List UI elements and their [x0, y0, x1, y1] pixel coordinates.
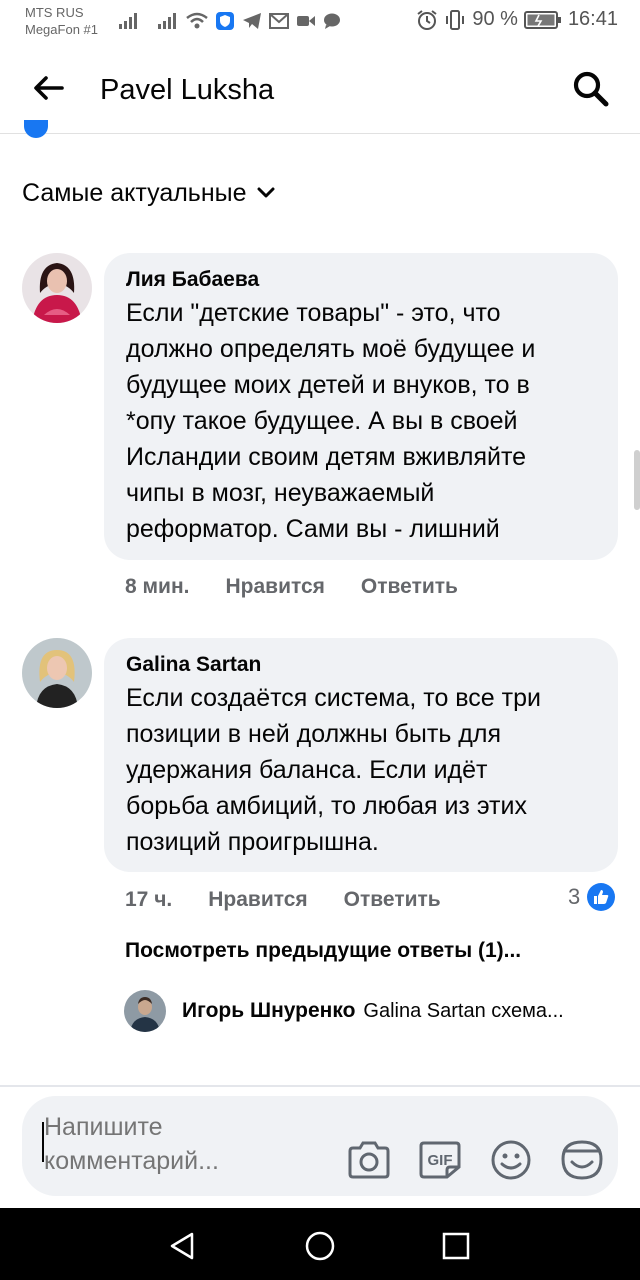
status-icons-left [118, 11, 341, 31]
composer-divider [0, 1085, 640, 1087]
comment-line: чипы в мозг, неуважаемый [126, 479, 435, 507]
system-nav-bar [0, 1208, 640, 1280]
comment-input[interactable] [44, 1110, 284, 1182]
reply-preview[interactable]: Игорь Шнуренко Galina Sartan схема... [124, 990, 624, 1032]
gif-button[interactable]: GIF [418, 1138, 462, 1182]
comment-line: позиций проигрышна. [126, 828, 379, 856]
screen: MTS RUS MegaFon #1 90 % 16:41 Pavel Luks… [0, 0, 640, 1280]
mail-icon [269, 13, 289, 29]
comment-line: Если создаётся система, то все три [126, 684, 541, 712]
reply-text: Galina Sartan схема... [363, 999, 564, 1022]
comment-actions: 8 мин. Нравится Ответить [125, 572, 458, 602]
camera-icon [348, 1141, 390, 1179]
like-icon [587, 883, 616, 911]
signal-icon-2 [158, 13, 176, 29]
like-button[interactable]: Нравится [208, 885, 307, 915]
app-header: Pavel Luksha [0, 44, 640, 134]
search-button[interactable] [570, 68, 612, 110]
svg-text:GIF: GIF [428, 1152, 453, 1169]
comment-bubble: Лия Бабаева Если "детские товары" - это,… [104, 253, 618, 560]
comment-bubble: Galina Sartan Если создаётся система, то… [104, 638, 618, 872]
avatar[interactable] [22, 638, 92, 708]
comment-sort-dropdown[interactable]: Самые актуальные [22, 175, 275, 211]
avatar-photo-galina [22, 638, 92, 708]
nav-back-icon [170, 1232, 194, 1260]
reply-author[interactable]: Игорь Шнуренко [182, 999, 355, 1023]
view-previous-replies[interactable]: Посмотреть предыдущие ответы (1)... [125, 936, 521, 966]
comment-line: Если "детские товары" - это, что [126, 299, 501, 327]
composer-tools: GIF [347, 1138, 604, 1182]
sticker-button[interactable] [560, 1138, 604, 1182]
clock: 16:41 [567, 8, 618, 30]
reaction-count: 3 [568, 884, 581, 909]
nav-home-icon [305, 1231, 335, 1261]
back-button[interactable] [28, 68, 68, 108]
comment-line: *опу такое будущее. А вы в своей [126, 407, 518, 435]
comment-author[interactable]: Лия Бабаева [126, 265, 598, 295]
comment-author[interactable]: Galina Sartan [126, 650, 598, 680]
status-icons-right: 90 % 16:41 [416, 8, 618, 31]
search-icon [573, 71, 609, 107]
scrollbar[interactable] [634, 450, 640, 510]
emoji-icon [491, 1140, 531, 1180]
chevron-down-icon [257, 187, 275, 198]
avatar-photo-lia [22, 253, 92, 323]
avatar[interactable] [124, 990, 166, 1032]
reply-button[interactable]: Ответить [361, 572, 458, 602]
wifi-icon [186, 12, 208, 29]
gif-icon: GIF [419, 1141, 461, 1179]
sticker-icon [561, 1140, 603, 1180]
battery-icon [523, 10, 561, 29]
battery-percent: 90 % [472, 8, 518, 30]
sort-label: Самые актуальные [22, 179, 247, 207]
comment-composer: GIF [22, 1096, 618, 1196]
avatar[interactable] [22, 253, 92, 323]
vibrate-icon [446, 9, 465, 30]
page-title: Pavel Luksha [100, 74, 275, 106]
partial-avatar-peek [24, 120, 48, 138]
comment-actions: 17 ч. Нравится Ответить [125, 885, 441, 915]
emoji-button[interactable] [489, 1138, 533, 1182]
reaction-summary[interactable]: 3 [568, 882, 616, 912]
comment-time: 17 ч. [125, 888, 173, 911]
nav-recents-button[interactable] [436, 1226, 476, 1266]
comment-line: должно определять моё будущее и [126, 335, 536, 363]
shield-app-icon [216, 12, 234, 30]
comment-text: Если "детские товары" - это, что должно … [126, 295, 598, 547]
like-button[interactable]: Нравится [225, 572, 324, 602]
video-icon [297, 16, 315, 26]
comment-line: позиции в ней должны быть для [126, 720, 502, 748]
reply-button[interactable]: Ответить [344, 885, 441, 915]
avatar-photo-igor [124, 990, 166, 1032]
comment-line: удержания баланса. Если идёт [126, 756, 488, 784]
chat-icon [324, 13, 340, 29]
nav-home-button[interactable] [300, 1226, 340, 1266]
nav-recents-icon [442, 1232, 470, 1260]
arrow-left-icon [34, 76, 64, 100]
comment-line: реформатор. Сами вы - лишний [126, 515, 500, 543]
status-bar: MTS RUS MegaFon #1 90 % 16:41 [0, 0, 640, 44]
comment-text: Если создаётся система, то все три позиц… [126, 680, 598, 860]
nav-back-button[interactable] [162, 1226, 202, 1266]
signal-icon [119, 13, 137, 29]
carrier-1: MTS RUS [25, 5, 84, 20]
comment-line: борьба амбиций, то любая из этих [126, 792, 527, 820]
alarm-icon [417, 9, 437, 30]
comment-time: 8 мин. [125, 575, 190, 598]
carrier-info: MTS RUS MegaFon #1 [25, 4, 98, 38]
telegram-icon [243, 13, 261, 29]
comment-line: Исландии своим детям вживляйте [126, 443, 527, 471]
camera-button[interactable] [347, 1138, 391, 1182]
carrier-2: MegaFon #1 [25, 22, 98, 37]
comment-line: будущее моих детей и внуков, то в [126, 371, 530, 399]
